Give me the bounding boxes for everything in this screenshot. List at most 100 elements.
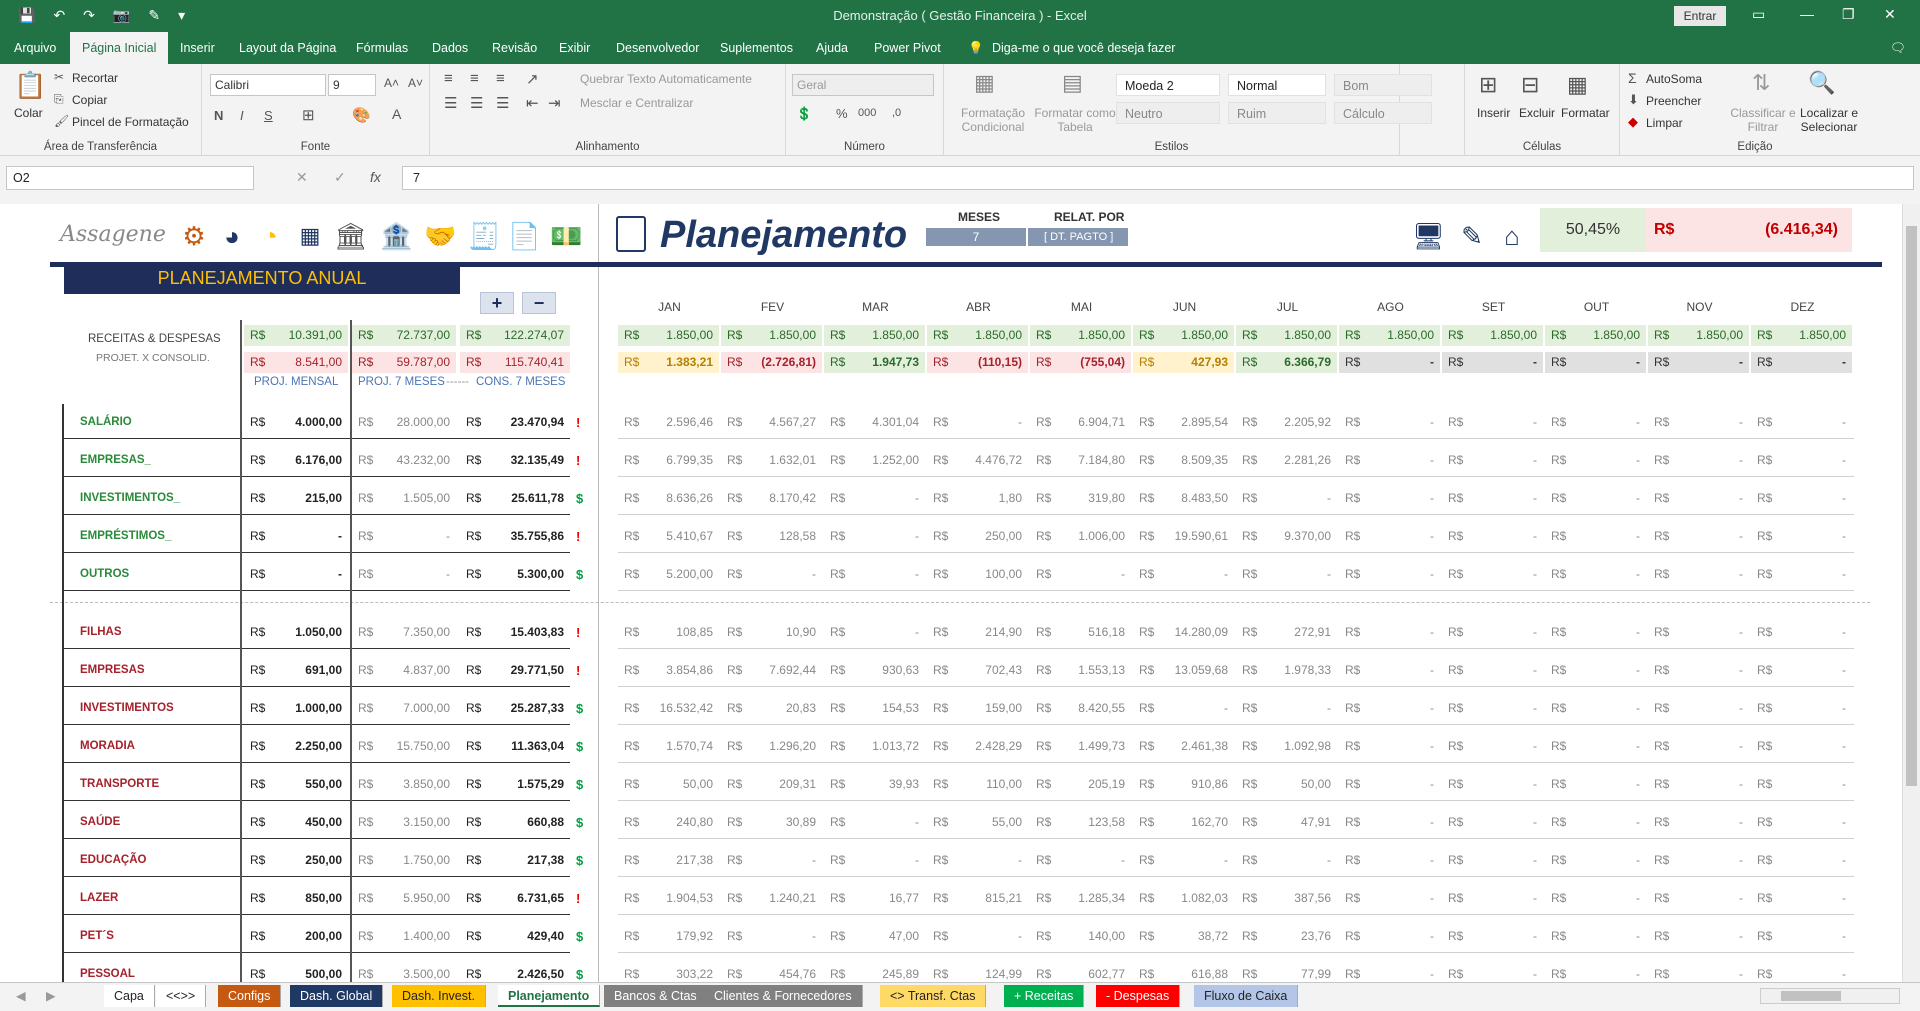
month-cell[interactable]: R$ - (1545, 698, 1646, 719)
receipt-green-icon[interactable]: 🧾 (468, 220, 500, 252)
month-cell[interactable]: R$ 2.281,26 (1236, 450, 1337, 471)
month-cell[interactable]: R$ 702,43 (927, 660, 1028, 681)
vertical-scrollbar[interactable] (1902, 204, 1920, 982)
month-saldo-4[interactable]: R$ (755,04) (1030, 352, 1131, 373)
month-saldo-1[interactable]: R$ (2.726,81) (721, 352, 822, 373)
month-cell[interactable]: R$ - (1133, 850, 1234, 871)
row-cons7[interactable]: R$ 1.575,29 (460, 774, 570, 795)
month-cell[interactable]: R$ 55,00 (927, 812, 1028, 833)
month-cell[interactable]: R$ - (1339, 964, 1440, 982)
month-cell[interactable]: R$ 77,99 (1236, 964, 1337, 982)
row-proj7[interactable]: R$ - (352, 526, 456, 547)
style-bom[interactable]: Bom (1334, 74, 1432, 96)
sheet-tab[interactable]: Planejamento (498, 985, 601, 1007)
home-icon[interactable]: ⌂ (1496, 220, 1528, 252)
month-cell[interactable]: R$ 910,86 (1133, 774, 1234, 795)
sheet-tab[interactable]: <> Transf. Ctas (880, 985, 987, 1007)
sheet-tab[interactable]: + Receitas (1004, 985, 1085, 1007)
month-cell[interactable]: R$ - (1648, 850, 1749, 871)
month-cell[interactable]: R$ - (927, 412, 1028, 433)
month-saldo-7[interactable]: R$ - (1339, 352, 1440, 373)
month-cell[interactable]: R$ - (1545, 850, 1646, 871)
summary-receitas-2[interactable]: R$ 122.274,07 (460, 325, 570, 346)
close-icon[interactable]: ✕ (1884, 6, 1896, 23)
month-cell[interactable]: R$ 1.252,00 (824, 450, 925, 471)
tab-revisao[interactable]: Revisão (490, 32, 539, 64)
month-cell[interactable]: R$ 124,99 (927, 964, 1028, 982)
month-cell[interactable]: R$ - (1648, 698, 1749, 719)
month-receita-3[interactable]: R$ 1.850,00 (927, 325, 1028, 346)
month-cell[interactable]: R$ - (1751, 964, 1852, 982)
month-cell[interactable]: R$ 7.692,44 (721, 660, 822, 681)
month-cell[interactable]: R$ - (1442, 488, 1543, 509)
clear-button[interactable]: Limpar (1646, 116, 1683, 130)
find-select-button[interactable]: Localizar e Selecionar (1794, 106, 1864, 134)
month-cell[interactable]: R$ 6.904,71 (1030, 412, 1131, 433)
summary-despesas-1[interactable]: R$ 59.787,00 (352, 352, 456, 373)
month-saldo-0[interactable]: R$ 1.383,21 (618, 352, 719, 373)
row-cons7[interactable]: R$ 11.363,04 (460, 736, 570, 757)
month-cell[interactable]: R$ 1.006,00 (1030, 526, 1131, 547)
next-sheet-icon[interactable]: ▶ (36, 985, 66, 1007)
style-neutro[interactable]: Neutro (1116, 102, 1220, 124)
month-cell[interactable]: R$ 154,53 (824, 698, 925, 719)
month-cell[interactable]: R$ - (1339, 660, 1440, 681)
month-cell[interactable]: R$ 930,63 (824, 660, 925, 681)
gear-icon[interactable]: ⚙ (178, 220, 210, 252)
month-cell[interactable]: R$ - (1648, 964, 1749, 982)
row-proj7[interactable]: R$ 7.000,00 (352, 698, 456, 719)
month-cell[interactable]: R$ - (1751, 488, 1852, 509)
collapse-button[interactable]: − (522, 292, 556, 314)
italic-icon[interactable]: I (240, 108, 244, 123)
row-proj7[interactable]: R$ 3.850,00 (352, 774, 456, 795)
month-cell[interactable]: R$ 209,31 (721, 774, 822, 795)
align-right-icon[interactable]: ☰ (496, 94, 509, 112)
month-cell[interactable]: R$ 38,72 (1133, 926, 1234, 947)
month-cell[interactable]: R$ 47,00 (824, 926, 925, 947)
month-cell[interactable]: R$ 8.420,55 (1030, 698, 1131, 719)
month-cell[interactable]: R$ 1.082,03 (1133, 888, 1234, 909)
row-cons7[interactable]: R$ 429,40 (460, 926, 570, 947)
month-cell[interactable]: R$ 128,58 (721, 526, 822, 547)
month-cell[interactable]: R$ 616,88 (1133, 964, 1234, 982)
number-format-select[interactable]: Geral (792, 74, 934, 96)
month-cell[interactable]: R$ - (824, 850, 925, 871)
row-cons7[interactable]: R$ 35.755,86 (460, 526, 570, 547)
row-proj7[interactable]: R$ 5.950,00 (352, 888, 456, 909)
sort-filter-button[interactable]: Classificar e Filtrar (1730, 106, 1796, 134)
month-cell[interactable]: R$ - (1442, 888, 1543, 909)
month-cell[interactable]: R$ - (1545, 412, 1646, 433)
month-cell[interactable]: R$ - (1751, 698, 1852, 719)
month-cell[interactable]: R$ 16.532,42 (618, 698, 719, 719)
month-cell[interactable]: R$ - (1339, 850, 1440, 871)
month-cell[interactable]: R$ 240,80 (618, 812, 719, 833)
pie-chart-icon[interactable]: ◕ (216, 220, 248, 252)
month-cell[interactable]: R$ - (1648, 736, 1749, 757)
meses-input[interactable]: 7 (926, 228, 1026, 246)
month-cell[interactable]: R$ 1.570,74 (618, 736, 719, 757)
month-cell[interactable]: R$ 2.596,46 (618, 412, 719, 433)
month-saldo-8[interactable]: R$ - (1442, 352, 1543, 373)
row-cons7[interactable]: R$ 23.470,94 (460, 412, 570, 433)
month-saldo-5[interactable]: R$ 427,93 (1133, 352, 1234, 373)
row-proj7[interactable]: R$ - (352, 564, 456, 585)
month-cell[interactable]: R$ - (1442, 622, 1543, 643)
style-calculo[interactable]: Cálculo (1334, 102, 1432, 124)
month-cell[interactable]: R$ 4.476,72 (927, 450, 1028, 471)
month-cell[interactable]: R$ - (1751, 526, 1852, 547)
style-normal[interactable]: Normal (1228, 74, 1326, 96)
month-cell[interactable]: R$ - (1442, 526, 1543, 547)
grow-font-icon[interactable]: A˄ (384, 76, 399, 90)
month-cell[interactable]: R$ - (824, 564, 925, 585)
tab-pagina-inicial[interactable]: Página Inicial (70, 32, 169, 64)
month-cell[interactable]: R$ 30,89 (721, 812, 822, 833)
month-cell[interactable]: R$ 2.428,29 (927, 736, 1028, 757)
month-cell[interactable]: R$ 179,92 (618, 926, 719, 947)
month-cell[interactable]: R$ 1.978,33 (1236, 660, 1337, 681)
month-cell[interactable]: R$ - (1442, 812, 1543, 833)
enter-icon[interactable]: ✓ (334, 169, 346, 186)
row-proj7[interactable]: R$ 1.505,00 (352, 488, 456, 509)
month-cell[interactable]: R$ 123,58 (1030, 812, 1131, 833)
month-cell[interactable]: R$ 20,83 (721, 698, 822, 719)
month-cell[interactable]: R$ 602,77 (1030, 964, 1131, 982)
